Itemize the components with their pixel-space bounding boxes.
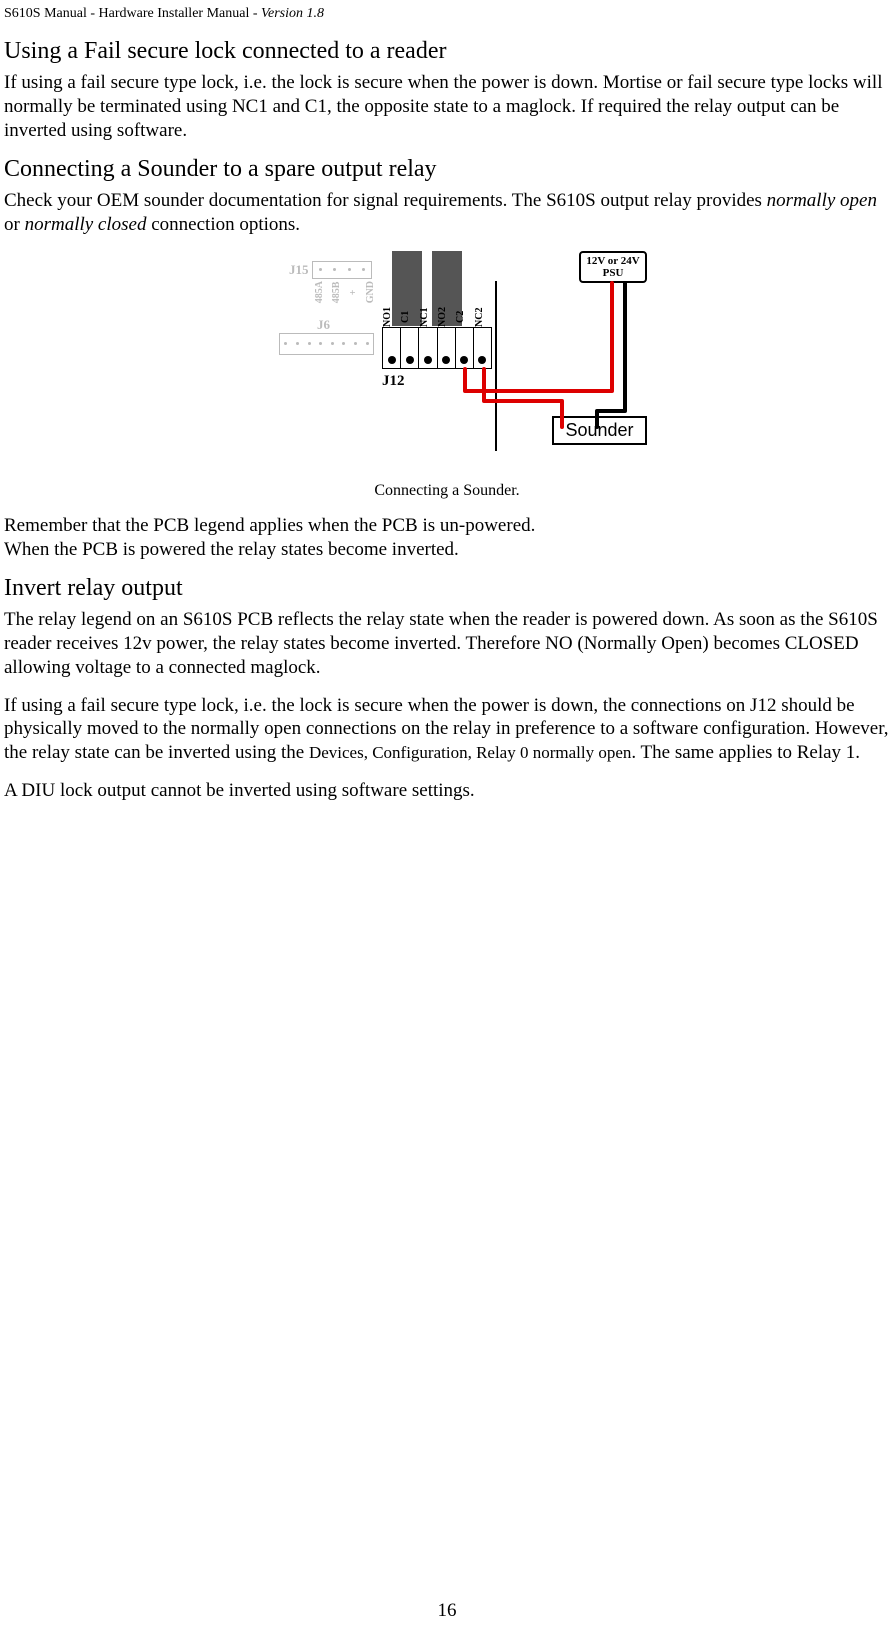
figure-sounder: J15 485A 485B + GND J6 NO1 C1 NC1 NO2 [4,251,890,476]
section-title-invert: Invert relay output [4,575,890,602]
subtitle: Hardware Installer Manual [99,6,250,21]
section-title-sounder: Connecting a Sounder to a spare output r… [4,156,890,183]
j15-label: J15 [289,262,309,278]
psu-box: 12V or 24V PSU [579,251,647,283]
j6-label: J6 [317,317,330,333]
para-sounder-intro: Check your OEM sounder documentation for… [4,189,890,237]
page-header: S610S Manual - Hardware Installer Manual… [4,0,890,32]
para-invert-1: The relay legend on an S610S PCB reflect… [4,608,890,679]
page-number: 16 [0,1600,894,1622]
pcb-outline: J15 485A 485B + GND J6 NO1 C1 NC1 NO2 [267,281,497,451]
figure-caption: Connecting a Sounder. [4,482,890,500]
j15-connector [312,261,372,279]
para-invert-3: A DIU lock output cannot be inverted usi… [4,779,890,803]
sounder-box: Sounder [552,416,647,445]
j12-pin-labels: NO1 C1 NC1 NO2 C2 NC2 [382,307,492,327]
para-fail-secure: If using a fail secure type lock, i.e. t… [4,71,890,142]
para-pcb-legend-2: When the PCB is powered the relay states… [4,538,890,562]
section-title-fail-secure: Using a Fail secure lock connected to a … [4,38,890,65]
para-invert-2: If using a fail secure type lock, i.e. t… [4,694,890,765]
j6-connector [279,333,374,355]
j15-pin-labels: 485A 485B + GND [314,281,376,303]
para-pcb-legend-1: Remember that the PCB legend applies whe… [4,514,890,538]
product-name: S610S Manual [4,6,87,21]
version-label: Version 1.8 [261,6,324,21]
j12-terminal-block [382,327,492,369]
j12-label: J12 [382,373,405,390]
